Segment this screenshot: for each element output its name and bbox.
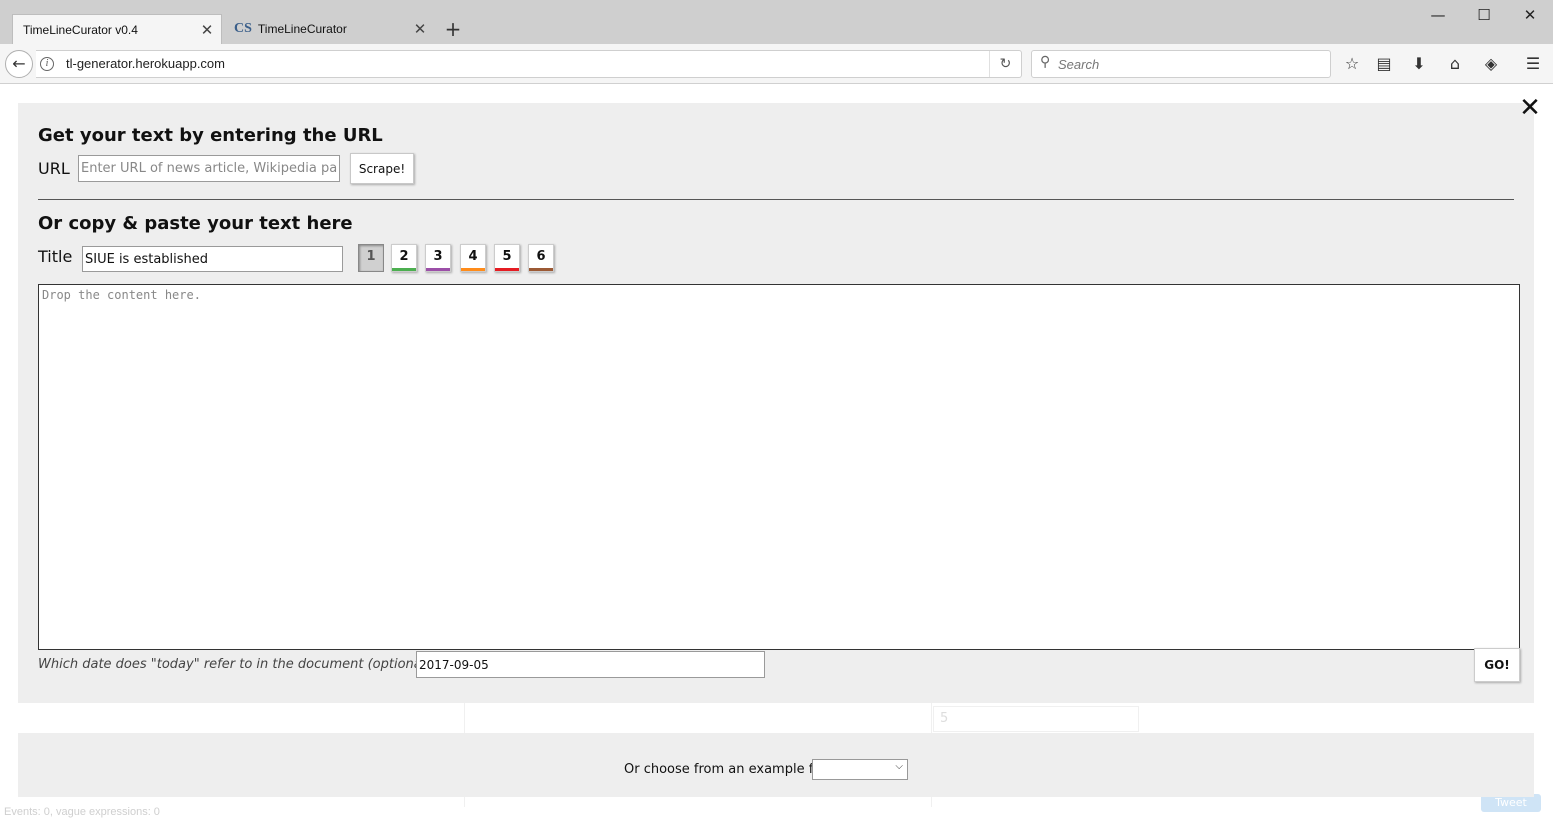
background-input: 5 (933, 706, 1139, 732)
address-bar[interactable]: i tl-generator.herokuapp.com ↻ (36, 50, 1022, 78)
pocket-icon[interactable]: ◈ (1479, 53, 1503, 75)
url-input[interactable] (78, 155, 340, 182)
color-bar (392, 268, 416, 271)
maximize-icon[interactable]: ☐ (1461, 4, 1507, 26)
back-arrow-icon[interactable]: ← (5, 50, 33, 78)
tab-timelinecurator-v04[interactable]: TimeLineCurator v0.4 ✕ (12, 14, 222, 44)
title-input[interactable] (82, 246, 343, 272)
paste-heading: Or copy & paste your text here (38, 213, 353, 234)
window-close-icon[interactable]: ✕ (1507, 4, 1553, 26)
tab-timelinecurator[interactable]: CS TimeLineCurator ✕ (226, 14, 434, 44)
title-label: Title (38, 247, 73, 266)
color-bar (461, 268, 485, 271)
input-modal: Get your text by entering the URL URL Sc… (18, 103, 1534, 703)
color-button-label: 5 (502, 249, 512, 264)
color-button-label: 2 (399, 249, 409, 264)
color-button-5[interactable]: 5 (494, 244, 520, 272)
content-textarea[interactable] (38, 284, 1520, 650)
today-date-label: Which date does "today" refer to in the … (38, 657, 435, 672)
color-button-3[interactable]: 3 (425, 244, 451, 272)
event-status: Events: 0, vague expressions: 0 (4, 806, 160, 818)
bookmark-star-icon[interactable]: ☆ (1340, 53, 1364, 75)
download-icon[interactable]: ⬇ (1407, 53, 1431, 75)
color-button-label: 3 (433, 249, 443, 264)
color-button-label: 4 (468, 249, 478, 264)
color-button-2[interactable]: 2 (391, 244, 417, 272)
color-button-4[interactable]: 4 (460, 244, 486, 272)
site-info-icon[interactable]: i (40, 57, 54, 71)
close-tab-icon[interactable]: ✕ (410, 20, 430, 38)
url-label: URL (38, 159, 70, 178)
search-bar[interactable]: ⚲ Search (1031, 50, 1331, 78)
today-date-input[interactable] (416, 651, 765, 678)
minimize-icon[interactable]: — (1415, 4, 1461, 26)
tab-bar: TimeLineCurator v0.4 ✕ CS TimeLineCurato… (0, 0, 1553, 44)
color-button-1[interactable]: 1 (358, 244, 384, 272)
color-button-6[interactable]: 6 (528, 244, 554, 272)
color-bar (426, 268, 450, 271)
favicon-icon: CS (234, 21, 252, 36)
color-button-label: 1 (366, 249, 376, 264)
example-file-panel: Or choose from an example file ⌵ (18, 733, 1534, 797)
search-placeholder: Search (1058, 57, 1100, 72)
reload-icon[interactable]: ↻ (989, 51, 1021, 77)
section-divider (38, 199, 1514, 200)
home-icon[interactable]: ⌂ (1443, 53, 1467, 75)
url-text[interactable]: tl-generator.herokuapp.com (66, 56, 225, 71)
go-button[interactable]: GO! (1474, 648, 1520, 682)
close-tab-icon[interactable]: ✕ (197, 21, 217, 39)
tab-label: TimeLineCurator v0.4 (23, 22, 138, 37)
color-button-label: 6 (536, 249, 546, 264)
reading-list-icon[interactable]: ▤ (1372, 53, 1396, 75)
url-heading: Get your text by entering the URL (38, 125, 383, 146)
menu-icon[interactable]: ☰ (1521, 53, 1545, 75)
close-icon[interactable]: ✕ (1518, 95, 1542, 121)
tab-label: TimeLineCurator (257, 22, 347, 36)
color-bar (495, 268, 519, 271)
new-tab-icon[interactable]: + (442, 17, 464, 41)
color-bar (529, 268, 553, 271)
search-icon: ⚲ (1040, 54, 1051, 70)
scrape-button[interactable]: Scrape! (350, 153, 414, 184)
example-file-select[interactable]: ⌵ (812, 759, 908, 780)
example-file-label: Or choose from an example file (624, 762, 829, 777)
navigation-bar: i tl-generator.herokuapp.com ↻ ← ⚲ Searc… (0, 44, 1553, 84)
chevron-down-icon: ⌵ (895, 761, 903, 772)
